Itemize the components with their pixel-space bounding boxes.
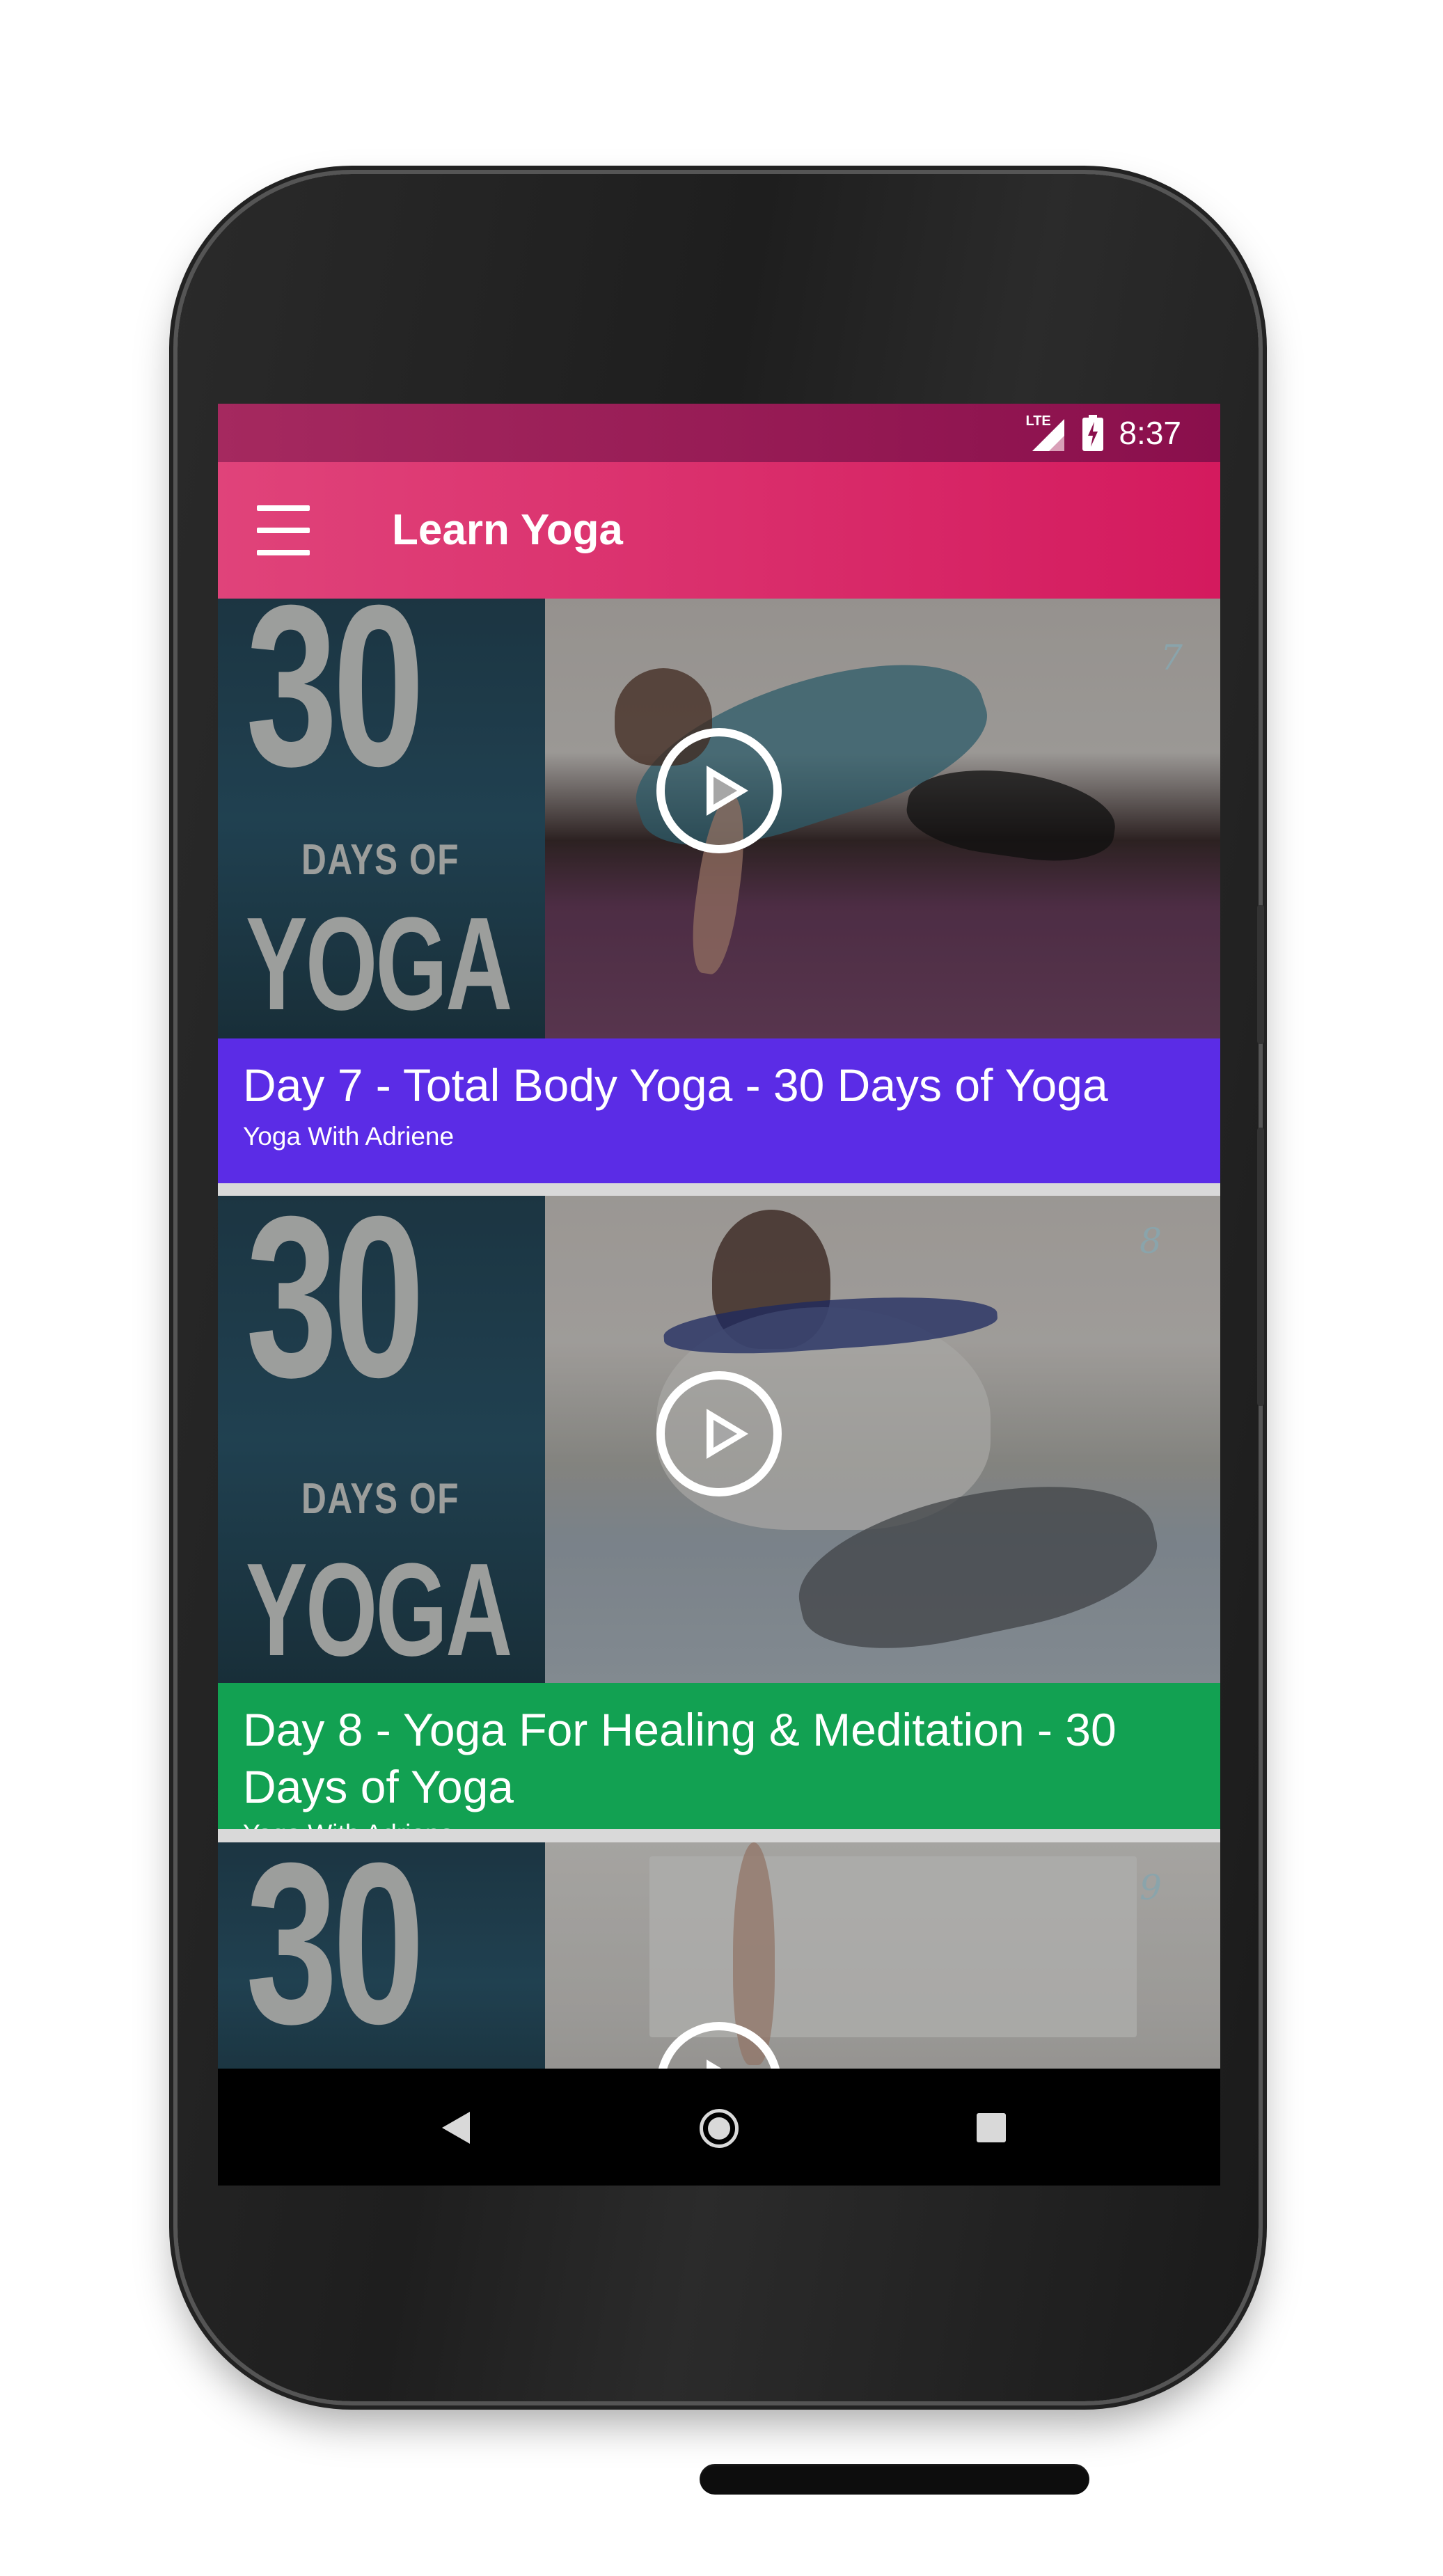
signal-icon: LTE [1025,413,1067,452]
volume-button [1257,1128,1264,1406]
back-icon[interactable] [442,2112,470,2144]
app-title: Learn Yoga [392,506,623,554]
home-icon[interactable] [700,2109,739,2148]
video-card[interactable]: 30 DAYS OF YOGA 8 Day 8 - Yoga For Heali… [218,1196,1220,1829]
recents-icon[interactable] [977,2113,1006,2142]
video-card[interactable]: 30 DAYS OF YOGA 7 Day 7 - Total Body Yog… [218,599,1220,1183]
video-thumbnail[interactable]: 30 9 [218,1842,1220,2069]
video-title: Day 8 - Yoga For Healing & Meditation - … [243,1704,1117,1812]
screen: LTE 8:37 Learn Yoga 30 DAYS OF YOGA 7 Da… [218,404,1220,2186]
status-bar: LTE 8:37 [218,404,1220,462]
video-caption[interactable]: Day 7 - Total Body Yoga - 30 Days of Yog… [218,1038,1220,1183]
video-author: Yoga With Adriene [243,1819,454,1829]
power-button [1257,905,1264,1044]
video-card[interactable]: 30 9 [218,1842,1220,2069]
video-title: Day 7 - Total Body Yoga - 30 Days of Yog… [243,1059,1108,1111]
video-thumbnail[interactable]: 30 DAYS OF YOGA 8 [218,1196,1220,1683]
play-icon[interactable] [656,1371,782,1496]
battery-charging-icon [1082,415,1104,451]
hamburger-menu-icon[interactable] [257,505,310,555]
app-bar: Learn Yoga [218,462,1220,599]
video-author: Yoga With Adriene [243,1122,455,1151]
bottom-speaker [700,2464,1089,2495]
video-caption[interactable]: Day 8 - Yoga For Healing & Meditation - … [218,1683,1220,1829]
video-feed[interactable]: 30 DAYS OF YOGA 7 Day 7 - Total Body Yog… [218,599,1220,2069]
video-thumbnail[interactable]: 30 DAYS OF YOGA 7 [218,599,1220,1038]
status-time: 8:37 [1119,415,1181,451]
navigation-bar [218,2069,1220,2186]
play-icon[interactable] [656,728,782,853]
